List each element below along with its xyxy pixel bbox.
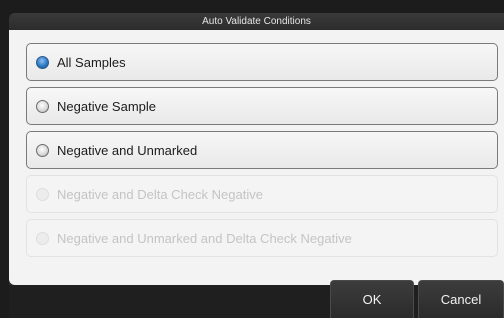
radio-checked-icon[interactable] — [36, 55, 49, 69]
option-label: Negative and Unmarked and Delta Check Ne… — [57, 230, 352, 246]
option-label: All Samples — [57, 54, 126, 70]
dialog-title: Auto Validate Conditions — [9, 13, 504, 30]
option-all-samples[interactable]: All Samples — [26, 43, 498, 81]
option-label: Negative Sample — [57, 98, 156, 114]
option-negative-and-unmarked[interactable]: Negative and Unmarked — [26, 131, 498, 169]
option-label: Negative and Unmarked — [57, 142, 198, 158]
option-negative-unmarked-delta-check: Negative and Unmarked and Delta Check Ne… — [26, 219, 498, 257]
option-label: Negative and Delta Check Negative — [57, 186, 263, 202]
radio-disabled-icon — [36, 231, 49, 245]
radio-unchecked-icon[interactable] — [36, 99, 49, 113]
radio-disabled-icon — [36, 187, 49, 201]
ok-button[interactable]: OK — [330, 280, 414, 318]
auto-validate-dialog: Auto Validate Conditions All Samples Neg… — [9, 13, 504, 318]
cancel-button[interactable]: Cancel — [418, 280, 504, 318]
option-negative-sample[interactable]: Negative Sample — [26, 87, 498, 125]
options-panel: All Samples Negative Sample Negative and… — [9, 30, 504, 285]
option-negative-delta-check: Negative and Delta Check Negative — [26, 175, 498, 213]
radio-unchecked-icon[interactable] — [36, 143, 49, 157]
